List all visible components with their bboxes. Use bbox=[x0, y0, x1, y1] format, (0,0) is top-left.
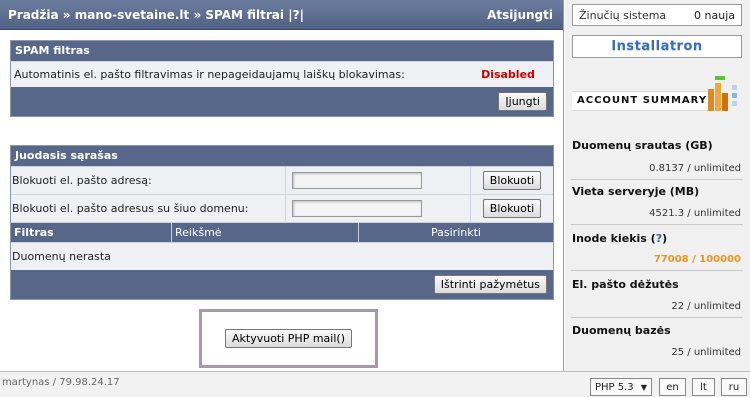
bar-chart-icon bbox=[708, 76, 737, 111]
main-content: Pradžia » mano-svetaine.lt » SPAM filtra… bbox=[0, 0, 564, 371]
account-summary-banner: ACCOUNT SUMMARY bbox=[572, 75, 742, 113]
notifications-box[interactable]: Žinučių sistema 0 nauja bbox=[572, 4, 742, 26]
databases-value: 25 / unlimited bbox=[671, 347, 741, 358]
inode-label: Inode kiekis bbox=[572, 232, 647, 245]
top-bar: Pradžia » mano-svetaine.lt » SPAM filtra… bbox=[0, 0, 563, 30]
breadcrumb-home[interactable]: Pradžia bbox=[8, 8, 59, 22]
bandwidth-title: Duomenų srautas (GB) bbox=[572, 139, 713, 152]
spam-action-bar: Įjungti bbox=[11, 87, 553, 116]
disk-space-title: Vieta serveryje (MB) bbox=[572, 185, 700, 198]
sidebar: Žinučių sistema 0 nauja Installatron ACC… bbox=[565, 0, 750, 371]
column-header-value[interactable]: Reikšmė bbox=[172, 223, 359, 242]
block-domain-input[interactable] bbox=[292, 200, 422, 217]
footer: martynas / 79.98.24.17 PHP 5.3 ▼ en lt r… bbox=[0, 371, 750, 397]
table-empty-row: Duomenų nerasta bbox=[11, 242, 553, 270]
installatron-link[interactable]: Installatron bbox=[572, 35, 742, 58]
spam-status-badge: Disabled bbox=[481, 68, 535, 81]
blacklist-table-header: Filtras Reikšmė Pasirinkti bbox=[11, 222, 553, 242]
enable-spam-button[interactable]: Įjungti bbox=[498, 92, 547, 111]
block-email-row: Blokuoti el. pašto adresą: Blokuoti bbox=[11, 166, 553, 194]
spam-filter-row: Automatinis el. pašto filtravimas ir nep… bbox=[11, 61, 553, 87]
block-domain-label: Blokuoti el. pašto adresus su šiuo domen… bbox=[12, 202, 249, 215]
spam-filter-description: Automatinis el. pašto filtravimas ir nep… bbox=[14, 68, 405, 81]
spam-filter-panel: SPAM filtras Automatinis el. pašto filtr… bbox=[10, 40, 554, 117]
block-email-input[interactable] bbox=[292, 172, 422, 189]
blacklist-title: Juodasis sąrašas bbox=[11, 146, 553, 166]
delete-selected-button[interactable]: Ištrinti pažymėtus bbox=[433, 275, 547, 294]
bandwidth-value: 0.8137 / unlimited bbox=[649, 163, 741, 174]
block-domain-button[interactable]: Blokuoti bbox=[482, 199, 542, 218]
breadcrumb-current: SPAM filtrai bbox=[205, 7, 285, 22]
mailboxes-value: 22 / unlimited bbox=[671, 301, 741, 312]
account-summary-title: ACCOUNT SUMMARY bbox=[577, 95, 708, 106]
php-version-select[interactable]: PHP 5.3 ▼ bbox=[590, 378, 652, 396]
mailboxes-title: El. pašto dėžutės bbox=[572, 278, 679, 291]
block-domain-row: Blokuoti el. pašto adresus su šiuo domen… bbox=[11, 194, 553, 222]
php-mail-box: Aktyvuoti PHP mail() bbox=[199, 309, 378, 368]
breadcrumb: Pradžia » mano-svetaine.lt » SPAM filtra… bbox=[8, 8, 304, 22]
help-link[interactable]: |?| bbox=[288, 8, 304, 22]
inode-value: 77008 / 100000 bbox=[653, 254, 741, 265]
disk-space-value: 4521.3 / unlimited bbox=[649, 208, 741, 219]
language-lt-button[interactable]: lt bbox=[692, 378, 715, 396]
block-email-button[interactable]: Blokuoti bbox=[482, 171, 542, 190]
php-version-value: PHP 5.3 bbox=[595, 381, 634, 393]
installatron-logo: Installatron bbox=[611, 39, 703, 54]
inode-title: Inode kiekis (?) bbox=[572, 232, 668, 245]
notifications-count: 0 nauja bbox=[694, 8, 735, 22]
breadcrumb-separator: » bbox=[62, 7, 71, 22]
blacklist-action-bar: Ištrinti pažymėtus bbox=[11, 270, 553, 299]
language-ru-button[interactable]: ru bbox=[721, 378, 747, 396]
logout-link[interactable]: Atsijungti bbox=[487, 8, 553, 22]
table-empty-message: Duomenų nerasta bbox=[12, 250, 111, 263]
blacklist-panel: Juodasis sąrašas Blokuoti el. pašto adre… bbox=[10, 145, 554, 300]
chevron-down-icon: ▼ bbox=[640, 382, 647, 392]
databases-title: Duomenų bazės bbox=[572, 324, 671, 337]
column-header-filter[interactable]: Filtras bbox=[11, 223, 172, 242]
language-en-button[interactable]: en bbox=[659, 378, 686, 396]
breadcrumb-site[interactable]: mano-svetaine.lt bbox=[75, 8, 190, 22]
user-ip-label: martynas / 79.98.24.17 bbox=[2, 377, 120, 388]
spam-filter-title: SPAM filtras bbox=[11, 41, 553, 61]
inode-help-link[interactable]: ? bbox=[656, 232, 662, 245]
breadcrumb-separator: » bbox=[193, 7, 202, 22]
block-email-label: Blokuoti el. pašto adresą: bbox=[12, 174, 152, 187]
column-header-select[interactable]: Pasirinkti bbox=[359, 223, 553, 242]
notifications-label: Žinučių sistema bbox=[579, 8, 667, 22]
activate-php-mail-button[interactable]: Aktyvuoti PHP mail() bbox=[225, 329, 352, 348]
